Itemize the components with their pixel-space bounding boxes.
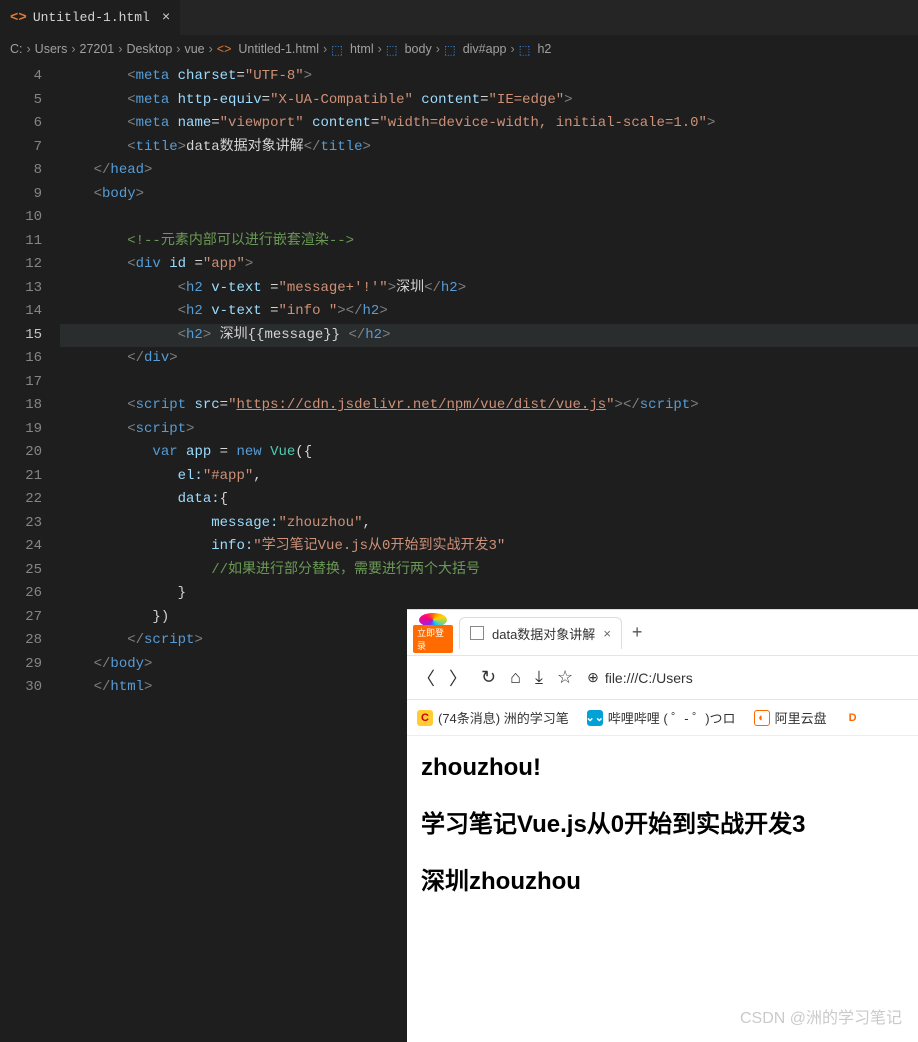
address-bar[interactable]: ⊕ file:///C:/Users: [587, 669, 693, 686]
login-button[interactable]: 立即登录: [413, 625, 453, 653]
chevron-right-icon: ›: [436, 42, 440, 56]
breadcrumb-item[interactable]: Users: [35, 42, 68, 56]
back-button[interactable]: 〈: [417, 665, 435, 691]
code-content[interactable]: <meta charset="UTF-8"> <meta http-equiv=…: [60, 63, 918, 700]
symbol-icon: ⬚: [444, 42, 456, 57]
symbol-icon: ⬚: [331, 42, 343, 57]
forward-button[interactable]: 〉: [449, 665, 467, 691]
bookmarks-bar: C (74条消息) 洲的学习笔 ⌄⌄ 哔哩哔哩 ( ゜- ゜)つロ ◐ 阿里云盘…: [407, 700, 918, 736]
bookmark-button[interactable]: ☆: [557, 667, 573, 688]
editor-tab[interactable]: <> Untitled-1.html ×: [0, 0, 180, 35]
page-content: zhouzhou! 学习笔记Vue.js从0开始到实战开发3 深圳zhouzho…: [407, 736, 918, 936]
breadcrumb-item[interactable]: html: [350, 42, 374, 56]
breadcrumb-item[interactable]: 27201: [80, 42, 115, 56]
downloads-button[interactable]: ⤓: [535, 667, 543, 688]
bookmark-item[interactable]: C (74条消息) 洲的学习笔: [417, 708, 569, 727]
bilibili-icon: ⌄⌄: [587, 710, 603, 726]
new-tab-button[interactable]: +: [632, 622, 643, 643]
bookmark-item[interactable]: ◐ 阿里云盘: [754, 708, 827, 727]
chevron-right-icon: ›: [510, 42, 514, 56]
output-heading: 深圳zhouzhou: [421, 861, 904, 896]
chevron-right-icon: ›: [118, 42, 122, 56]
output-heading: 学习笔记Vue.js从0开始到实战开发3: [421, 804, 904, 839]
breadcrumb: C:› Users› 27201› Desktop› vue› <>Untitl…: [0, 35, 918, 63]
browser-toolbar: 〈 〉 ↻ ⌂ ⤓ ☆ ⊕ file:///C:/Users: [407, 656, 918, 700]
symbol-icon: ⬚: [386, 42, 398, 57]
browser-window: 立即登录 data数据对象讲解 × + 〈 〉 ↻ ⌂ ⤓ ☆ ⊕ file:/…: [407, 609, 918, 1042]
chevron-right-icon: ›: [323, 42, 327, 56]
url-text: file:///C:/Users: [605, 670, 693, 686]
chevron-right-icon: ›: [71, 42, 75, 56]
breadcrumb-item[interactable]: div#app: [463, 42, 507, 56]
chevron-right-icon: ›: [378, 42, 382, 56]
chevron-right-icon: ›: [209, 42, 213, 56]
chevron-right-icon: ›: [176, 42, 180, 56]
browser-tab-bar: 立即登录 data数据对象讲解 × +: [407, 610, 918, 656]
editor-tab-bar: <> Untitled-1.html ×: [0, 0, 918, 35]
shield-icon: ⊕: [587, 669, 599, 686]
breadcrumb-item[interactable]: Desktop: [126, 42, 172, 56]
watermark: CSDN @洲的学习笔记: [740, 1004, 902, 1028]
code-editor[interactable]: 4567891011121314151617181920212223242526…: [0, 63, 918, 700]
browser-logo[interactable]: 立即登录: [413, 613, 453, 653]
close-icon[interactable]: ×: [162, 10, 170, 26]
page-icon: [470, 626, 484, 640]
browser-tab-title: data数据对象讲解: [492, 624, 595, 643]
home-button[interactable]: ⌂: [510, 667, 521, 688]
aliyun-icon: ◐: [754, 710, 770, 726]
line-number-gutter: 4567891011121314151617181920212223242526…: [0, 63, 60, 700]
breadcrumb-item[interactable]: vue: [184, 42, 204, 56]
csdn-icon: C: [417, 710, 433, 726]
html-file-icon: <>: [217, 42, 232, 56]
more-icon[interactable]: D: [845, 710, 861, 726]
reload-button[interactable]: ↻: [481, 667, 496, 688]
breadcrumb-item[interactable]: body: [405, 42, 432, 56]
bookmark-item[interactable]: ⌄⌄ 哔哩哔哩 ( ゜- ゜)つロ: [587, 708, 736, 727]
chevron-right-icon: ›: [27, 42, 31, 56]
breadcrumb-item[interactable]: C:: [10, 42, 23, 56]
symbol-icon: ⬚: [519, 42, 531, 57]
tab-filename: Untitled-1.html: [33, 10, 150, 25]
breadcrumb-item[interactable]: h2: [537, 42, 551, 56]
breadcrumb-item[interactable]: Untitled-1.html: [238, 42, 319, 56]
browser-tab[interactable]: data数据对象讲解 ×: [459, 617, 622, 649]
close-icon[interactable]: ×: [603, 626, 611, 641]
output-heading: zhouzhou!: [421, 754, 904, 782]
html-file-icon: <>: [10, 10, 27, 26]
